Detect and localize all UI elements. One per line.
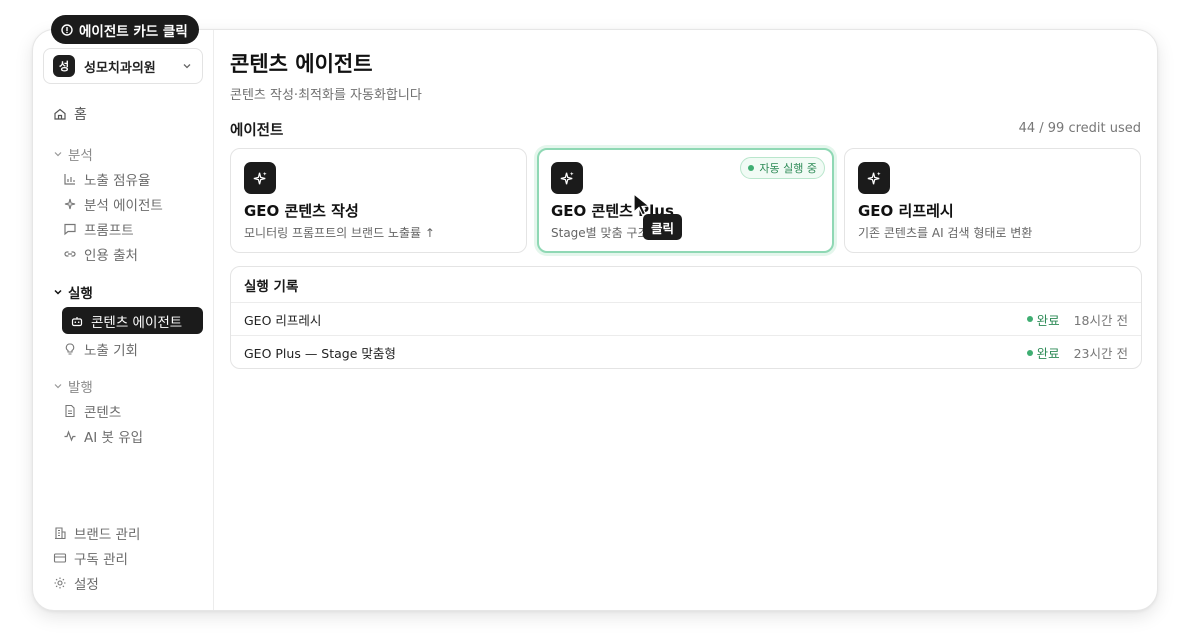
status-badge: 완료	[1026, 310, 1060, 329]
status-label: 완료	[1036, 312, 1060, 328]
agent-card-description: 모니터링 프롬프트의 브랜드 노출률 ↑	[244, 226, 435, 240]
agent-icon	[244, 162, 276, 194]
section-publish-toggle[interactable]: 발행	[53, 376, 93, 396]
agent-card-geo-refresh[interactable]: GEO 리프레시 기존 콘텐츠를 AI 검색 형태로 변환	[844, 148, 1141, 253]
chevron-down-icon	[54, 384, 62, 389]
sidebar-item-label: 브랜드 관리	[74, 527, 141, 543]
sidebar-item-contents[interactable]: 콘텐츠	[63, 400, 121, 422]
sidebar-item-prompts[interactable]: 프롬프트	[63, 218, 134, 240]
sidebar: 성 성모치과의원 홈 분석 노출 점유율 분석 에이전트 프롬프트 인용 출처 …	[33, 30, 214, 610]
sidebar-item-settings[interactable]: 설정	[53, 572, 99, 594]
status-label: 완료	[1036, 346, 1060, 361]
chevron-down-icon	[183, 64, 191, 69]
auto-run-badge: 자동 실행 중	[740, 157, 825, 179]
click-tooltip: 클릭	[643, 214, 683, 240]
status-dot	[1026, 316, 1033, 322]
sparkle-icon	[560, 171, 574, 184]
home-icon	[54, 108, 66, 120]
sparkle-icon	[253, 171, 267, 184]
org-name: 성모치과의원	[84, 60, 156, 76]
run-history-heading: 실행 기록	[231, 267, 1141, 303]
org-avatar: 성	[53, 55, 75, 77]
message-square-icon	[64, 223, 76, 236]
sidebar-item-label: 분석 에이전트	[84, 198, 163, 214]
agent-card-description: Stage별 맞춤 구조	[551, 226, 649, 240]
sidebar-item-label: 설정	[74, 577, 99, 593]
agent-card-title: GEO 콘텐츠 작성	[244, 202, 359, 220]
run-time: 23시간 전	[1073, 346, 1128, 361]
sidebar-item-home[interactable]: 홈	[53, 103, 87, 125]
file-text-icon	[65, 404, 75, 418]
section-label: 분석	[68, 148, 93, 164]
section-analysis-toggle[interactable]: 분석	[53, 144, 93, 164]
sidebar-item-exposure-opportunity[interactable]: 노출 기회	[63, 338, 138, 360]
status-dot	[1026, 349, 1033, 356]
page-title: 콘텐츠 에이전트	[230, 52, 373, 76]
section-execution-toggle[interactable]: 실행	[53, 282, 93, 302]
section-label: 실행	[68, 286, 93, 302]
credit-card-icon	[53, 553, 67, 563]
status-badge: 완료	[1026, 343, 1060, 362]
status-dot	[748, 165, 755, 171]
lightbulb-icon	[65, 343, 75, 355]
info-circle-icon	[61, 23, 73, 36]
main-content: 콘텐츠 에이전트 콘텐츠 작성·최적화를 자동화합니다 에이전트 44 / 99…	[214, 30, 1157, 610]
activity-icon	[64, 430, 76, 442]
sidebar-item-label: 콘텐츠	[84, 405, 122, 421]
sidebar-item-exposure-share[interactable]: 노출 점유율	[63, 168, 150, 190]
sidebar-item-subscription[interactable]: 구독 관리	[53, 547, 128, 569]
app-window: 성 성모치과의원 홈 분석 노출 점유율 분석 에이전트 프롬프트 인용 출처 …	[32, 29, 1158, 611]
step-label: 에이전트 카드 클릭	[79, 23, 188, 40]
sparkle-icon	[867, 171, 881, 184]
sidebar-item-brand-management[interactable]: 브랜드 관리	[53, 522, 140, 544]
building-icon	[55, 527, 66, 540]
badge-label: 자동 실행 중	[759, 162, 817, 175]
agents-heading: 에이전트	[230, 123, 284, 139]
agent-card-geo-plus[interactable]: 자동 실행 중 GEO 콘텐츠 Plus Stage별 맞춤 구조	[537, 148, 834, 253]
sidebar-item-label: 홈	[74, 107, 87, 123]
sidebar-item-citation-sources[interactable]: 인용 출처	[63, 243, 138, 265]
run-history: 실행 기록 GEO 리프레시 완료 18시간 전 GEO Plus — Stag…	[230, 266, 1142, 369]
sidebar-item-label: 구독 관리	[74, 552, 128, 568]
section-label: 발행	[68, 380, 93, 396]
org-selector[interactable]: 성 성모치과의원	[43, 48, 203, 84]
gear-icon	[54, 577, 66, 589]
agent-icon	[551, 162, 583, 194]
run-time: 18시간 전	[1073, 312, 1128, 328]
credit-usage: 44 / 99 credit used	[1018, 121, 1141, 136]
sidebar-item-label: 노출 기회	[84, 343, 138, 359]
run-name: GEO Plus — Stage 맞춤형	[244, 346, 396, 361]
agent-card-geo-content[interactable]: GEO 콘텐츠 작성 모니터링 프롬프트의 브랜드 노출률 ↑	[230, 148, 527, 253]
sparkle-icon	[64, 198, 76, 210]
table-row[interactable]: GEO 리프레시 완료 18시간 전	[231, 303, 1141, 336]
chevron-down-icon	[54, 152, 62, 157]
sidebar-item-label: 프롬프트	[84, 223, 134, 239]
sidebar-item-label: 인용 출처	[84, 248, 138, 264]
sidebar-item-label: AI 봇 유입	[84, 430, 144, 446]
sidebar-item-label: 노출 점유율	[84, 173, 151, 189]
step-indicator: 에이전트 카드 클릭	[51, 15, 199, 44]
run-name: GEO 리프레시	[244, 312, 322, 328]
sidebar-item-content-agent[interactable]: 콘텐츠 에이전트	[62, 307, 203, 334]
table-row[interactable]: GEO Plus — Stage 맞춤형 완료 23시간 전	[231, 336, 1141, 368]
sidebar-item-label: 콘텐츠 에이전트	[91, 314, 183, 331]
sidebar-item-analysis-agent[interactable]: 분석 에이전트	[63, 193, 163, 215]
page-subtitle: 콘텐츠 작성·최적화를 자동화합니다	[230, 88, 422, 103]
bot-icon	[71, 316, 83, 326]
mouse-cursor-icon	[633, 193, 651, 216]
sidebar-item-ai-bot-traffic[interactable]: AI 봇 유입	[63, 425, 143, 447]
agent-icon	[858, 162, 890, 194]
agent-card-title: GEO 리프레시	[858, 202, 954, 220]
agent-card-description: 기존 콘텐츠를 AI 검색 형태로 변환	[858, 226, 1033, 240]
link-icon	[64, 251, 76, 257]
chevron-down-icon	[54, 289, 62, 295]
bar-chart-icon	[64, 174, 75, 185]
